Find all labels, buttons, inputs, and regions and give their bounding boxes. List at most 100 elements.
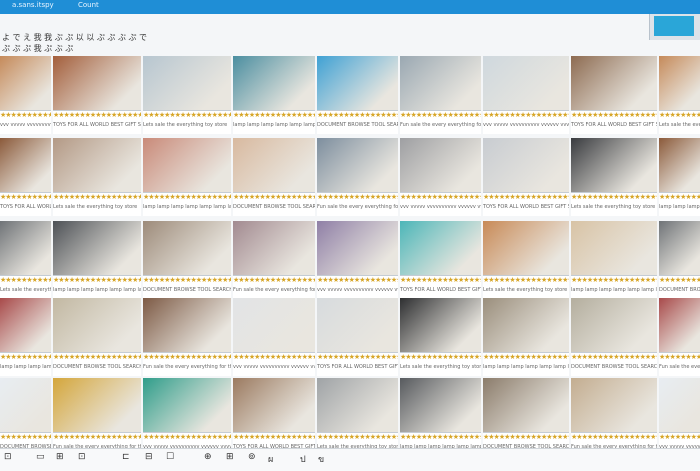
taskbar-icon[interactable]: ⊡ <box>78 452 86 462</box>
photo-thumbnail <box>143 221 231 276</box>
grid-cell[interactable]: ★★★★★★★★★★★★★★★★★★★★★★★★★DOCUMENT BROWSE… <box>233 138 315 216</box>
taskbar-icon[interactable]: ป <box>300 452 306 466</box>
grid-cell[interactable]: ★★★★★★★★★★★★★★★★★★★★★★★★★Fun sale the ev… <box>571 378 657 456</box>
photo-thumbnail <box>317 56 398 111</box>
grid-cell[interactable]: ★★★★★★★★★★★★★★★★★★★★★★★★★lamp lamp lamp … <box>53 221 141 299</box>
taskbar-icon[interactable]: ⊕ <box>204 452 212 462</box>
grid-cell[interactable]: ★★★★★★★★★★★★★★★★★★★★★★★★★vvv vvvvv vvvvv… <box>317 221 398 299</box>
grid-cell[interactable]: ★★★★★★★★★★★★★★★★★★★★★★★★★TOYS FOR ALL WO… <box>233 378 315 456</box>
grid-cell[interactable]: ★★★★★★★★★★★★★★★★★★★★★★★★★DOCUMENT BROWSE… <box>571 298 657 376</box>
photo-thumbnail <box>143 138 231 193</box>
taskbar-icon[interactable]: ผ <box>268 452 273 466</box>
grid-cell[interactable]: ★★★★★★★★★★★★★★★★★★★★★★★★★Fun sale the ev… <box>53 378 141 456</box>
cell-caption: lamp lamp lamp lamp lamp lamp lamp <box>143 204 231 210</box>
grid-cell[interactable]: ★★★★★★★★★★★★★★★★★★★★★★★★★Lets sale the e… <box>483 221 569 299</box>
cell-caption: Lets sale the everything toy store <box>0 287 51 293</box>
rating-stars: ★★★★★★★★★★★★★★★★★★★★★★★★★ <box>317 353 398 361</box>
grid-cell[interactable]: ★★★★★★★★★★★★★★★★★★★★★★★★★Fun sale the ev… <box>659 298 700 376</box>
taskbar-icon[interactable]: ⊚ <box>248 452 256 462</box>
grid-cell[interactable]: ★★★★★★★★★★★★★★★★★★★★★★★★★lamp lamp lamp … <box>400 378 481 456</box>
grid-cell[interactable]: ★★★★★★★★★★★★★★★★★★★★★★★★★TOYS FOR ALL WO… <box>400 221 481 299</box>
grid-cell[interactable]: ★★★★★★★★★★★★★★★★★★★★★★★★★DOCUMENT BROWSE… <box>483 378 569 456</box>
taskbar-icon[interactable]: ⊞ <box>56 452 64 462</box>
photo-thumbnail <box>400 298 481 353</box>
photo-thumbnail <box>233 56 315 111</box>
taskbar-icon[interactable]: ⊟ <box>145 452 153 462</box>
grid-cell[interactable]: ★★★★★★★★★★★★★★★★★★★★★★★★★Fun sale the ev… <box>143 298 231 376</box>
preview-thumbnail[interactable] <box>649 14 700 40</box>
photo-thumbnail <box>143 378 231 433</box>
cell-caption: TOYS FOR ALL WORLD BEST GIFT SELLER <box>400 287 481 293</box>
rating-stars: ★★★★★★★★★★★★★★★★★★★★★★★★★ <box>317 111 398 119</box>
rating-stars: ★★★★★★★★★★★★★★★★★★★★★★★★★ <box>317 433 398 441</box>
photo-thumbnail <box>483 56 569 111</box>
photo-thumbnail <box>317 221 398 276</box>
grid-cell[interactable]: ★★★★★★★★★★★★★★★★★★★★★★★★★TOYS FOR ALL WO… <box>571 56 657 134</box>
grid-cell[interactable]: ★★★★★★★★★★★★★★★★★★★★★★★★★Fun sale the ev… <box>233 221 315 299</box>
grid-cell[interactable]: ★★★★★★★★★★★★★★★★★★★★★★★★★lamp lamp lamp … <box>233 56 315 134</box>
cell-caption: lamp lamp lamp lamp lamp lamp lamp <box>659 204 700 210</box>
grid-cell[interactable]: ★★★★★★★★★★★★★★★★★★★★★★★★★DOCUMENT BROWSE… <box>143 221 231 299</box>
tab-count[interactable]: Count <box>78 1 99 9</box>
photo-thumbnail <box>571 298 657 353</box>
grid-cell[interactable]: ★★★★★★★★★★★★★★★★★★★★★★★★★vvv vvvvv vvvvv… <box>659 378 700 456</box>
grid-cell[interactable]: ★★★★★★★★★★★★★★★★★★★★★★★★★vvv vvvvv vvvvv… <box>143 378 231 456</box>
grid-cell[interactable]: ★★★★★★★★★★★★★★★★★★★★★★★★★ TOYS FOR ALL WO… <box>483 138 569 216</box>
taskbar-icon[interactable]: ข <box>318 452 324 466</box>
preview-image <box>654 16 694 36</box>
rating-stars: ★★★★★★★★★★★★★★★★★★★★★★★★★ <box>659 433 700 441</box>
grid-cell[interactable]: ★★★★★★★★★★★★★★★★★★★★★★★★★lamp lamp lamp … <box>483 298 569 376</box>
photo-thumbnail <box>400 221 481 276</box>
cell-caption: vvv vvvvv vvvvvvvvvv vvvvvv vvvvvv vvvv <box>400 204 481 210</box>
taskbar-icon[interactable]: ☐ <box>166 452 174 462</box>
grid-cell[interactable]: ★★★★★★★★★★★★★★★★★★★★★★★★★TOYS FOR ALL WO… <box>0 138 51 216</box>
grid-cell[interactable]: ★★★★★★★★★★★★★★★★★★★★★★★★★Lets sale the e… <box>659 56 700 134</box>
grid-cell[interactable]: ★★★★★★★★★★★★★★★★★★★★★★★★★Lets sale the e… <box>0 221 51 299</box>
rating-stars: ★★★★★★★★★★★★★★★★★★★★★★★★★ <box>317 193 398 201</box>
photo-thumbnail <box>659 56 700 111</box>
cell-caption: vvv vvvvv vvvvvvvvvv vvvvvv vvvvvv vvvv <box>0 122 51 128</box>
grid-cell[interactable]: ★★★★★★★★★★★★★★★★★★★★★★★★★Lets sale the e… <box>571 138 657 216</box>
photo-thumbnail <box>233 221 315 276</box>
taskbar-icon[interactable]: ⊏ <box>122 452 130 462</box>
photo-thumbnail <box>400 138 481 193</box>
grid-cell[interactable]: ★★★★★★★★★★★★★★★★★★★★★★★★★lamp lamp lamp … <box>0 298 51 376</box>
rating-stars: ★★★★★★★★★★★★★★★★★★★★★★★★★ <box>571 433 657 441</box>
cell-caption: Fun sale the every everything for the fu… <box>659 364 700 370</box>
photo-thumbnail <box>0 221 51 276</box>
grid-cell[interactable]: ★★★★★★★★★★★★★★★★★★★★★★★★★TOYS FOR ALL WO… <box>317 298 398 376</box>
photo-thumbnail <box>53 221 141 276</box>
taskbar-icon[interactable]: ⊞ <box>226 452 234 462</box>
rating-stars: ★★★★★★★★★★★★★★★★★★★★★★★★★ <box>483 276 569 284</box>
grid-cell[interactable]: ★★★★★★★★★★★★★★★★★★★★★★★★★DOCUMENT BROWSE… <box>0 378 51 456</box>
rating-stars: ★★★★★★★★★★★★★★★★★★★★★★★★★ <box>233 276 315 284</box>
grid-cell[interactable]: ★★★★★★★★★★★★★★★★★★★★★★★★★Fun sale the ev… <box>400 56 481 134</box>
grid-cell[interactable]: ★★★★★★★★★★★★★★★★★★★★★★★★★vvv vvvvv vvvvv… <box>400 138 481 216</box>
taskbar-icon[interactable]: ▭ <box>36 452 45 462</box>
grid-cell[interactable]: ★★★★★★★★★★★★★★★★★★★★★★★★★lamp lamp lamp … <box>571 221 657 299</box>
rating-stars: ★★★★★★★★★★★★★★★★★★★★★★★★★ <box>659 193 700 201</box>
cell-caption: DOCUMENT BROWSE TOOL SEARCH <box>143 287 231 293</box>
grid-cell[interactable]: ★★★★★★★★★★★★★★★★★★★★★★★★★Lets sale the e… <box>143 56 231 134</box>
grid-cell[interactable]: ★★★★★★★★★★★★★★★★★★★★★★★★★vvv vvvvv vvvvv… <box>483 56 569 134</box>
grid-cell[interactable]: ★★★★★★★★★★★★★★★★★★★★★★★★★ lamp lamp lamp … <box>659 138 700 216</box>
grid-cell[interactable]: ★★★★★★★★★★★★★★★★★★★★★★★★★DOCUMENT BROWSE… <box>53 298 141 376</box>
rating-stars: ★★★★★★★★★★★★★★★★★★★★★★★★★ <box>400 353 481 361</box>
grid-cell[interactable]: ★★★★★★★★★★★★★★★★★★★★★★★★★TOYS FOR ALL WO… <box>53 56 141 134</box>
grid-cell[interactable]: ★★★★★★★★★★★★★★★★★★★★★★★★★DOCUMENT BROWSE… <box>317 56 398 134</box>
grid-cell[interactable]: ★★★★★★★★★★★★★★★★★★★★★★★★★Lets sale the e… <box>400 298 481 376</box>
grid-cell[interactable]: ★★★★★★★★★★★★★★★★★★★★★★★★★DOCUMENT BROWSE… <box>659 221 700 299</box>
grid-cell[interactable]: ★★★★★★★★★★★★★★★★★★★★★★★★★Lets sale the e… <box>53 138 141 216</box>
photo-thumbnail <box>659 298 700 353</box>
grid-cell[interactable]: ★★★★★★★★★★★★★★★★★★★★★★★★★lamp lamp lamp … <box>143 138 231 216</box>
rating-stars: ★★★★★★★★★★★★★★★★★★★★★★★★★ <box>483 193 569 201</box>
cell-caption: TOYS FOR ALL WORLD BEST GIFT SELLER <box>483 204 569 210</box>
grid-cell[interactable]: ★★★★★★★★★★★★★★★★★★★★★★★★★vvv vvvvv vvvvv… <box>233 298 315 376</box>
photo-thumbnail <box>0 138 51 193</box>
cell-caption: Lets sale the everything toy store <box>659 122 700 128</box>
taskbar-icon[interactable]: ⊡ <box>4 452 12 462</box>
grid-cell[interactable]: ★★★★★★★★★★★★★★★★★★★★★★★★★vvv vvvvv vvvvv… <box>0 56 51 134</box>
grid-cell[interactable]: ★★★★★★★★★★★★★★★★★★★★★★★★★Lets sale the e… <box>317 378 398 456</box>
grid-cell[interactable]: ★★★★★★★★★★★★★★★★★★★★★★★★★Fun sale the ev… <box>317 138 398 216</box>
rating-stars: ★★★★★★★★★★★★★★★★★★★★★★★★★ <box>53 193 141 201</box>
